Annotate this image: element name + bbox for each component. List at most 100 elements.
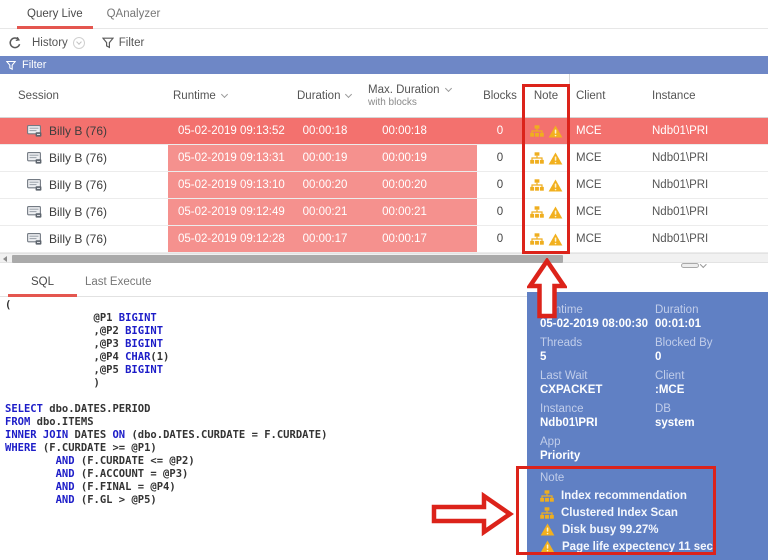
chevron-down-circle-icon[interactable] bbox=[72, 36, 85, 49]
field-label: Duration bbox=[655, 304, 699, 316]
note-item: Clustered Index Scan bbox=[540, 506, 768, 519]
field-value: CXPACKET bbox=[540, 384, 603, 396]
runtime-cell: 05-02-2019 09:13:10 bbox=[168, 172, 290, 198]
tab-last-execute[interactable]: Last Execute bbox=[77, 267, 159, 296]
panel-field: Client :MCE bbox=[655, 370, 768, 397]
field-label: Blocked By bbox=[655, 337, 713, 349]
blocks-cell: 0 bbox=[496, 152, 504, 164]
field-value: :MCE bbox=[655, 384, 685, 396]
session-cell: Billy B (76) bbox=[0, 145, 168, 171]
note-item-text: Page life expectency 11 sec bbox=[562, 540, 713, 553]
max-duration-cell: 00:00:18 bbox=[382, 125, 427, 137]
instance-cell: Ndb01\PRI bbox=[652, 233, 709, 245]
duration-cell: 00:00:21 bbox=[290, 199, 360, 225]
field-value: Ndb01\PRI bbox=[540, 417, 598, 429]
funnel-icon bbox=[101, 37, 114, 48]
runtime-cell: 05-02-2019 09:12:28 bbox=[168, 226, 290, 252]
field-label: Instance bbox=[540, 403, 584, 415]
column-header-runtime[interactable]: Runtime bbox=[168, 74, 290, 117]
note-section-label: Note bbox=[540, 472, 565, 484]
column-subtitle: with blocks bbox=[368, 96, 417, 108]
session-name: Billy B (76) bbox=[49, 178, 108, 192]
runtime-cell: 05-02-2019 09:13:31 bbox=[168, 145, 290, 171]
tab-label: Query Live bbox=[27, 8, 83, 20]
session-cell: Billy B (76) bbox=[0, 226, 168, 252]
note-item: Disk busy 99.27% bbox=[540, 523, 768, 536]
column-header-max-duration[interactable]: Max. Duration with blocks bbox=[360, 74, 477, 117]
panel-field: Runtime 05-02-2019 08:00:30 bbox=[540, 304, 655, 331]
note-cell bbox=[523, 226, 570, 252]
warning-icon bbox=[540, 540, 555, 553]
note-item: Page life expectency 11 sec bbox=[540, 540, 768, 553]
filter-label: Filter bbox=[118, 36, 145, 49]
duration-cell: 00:00:18 bbox=[302, 125, 348, 137]
index-recommendation-icon bbox=[540, 489, 554, 502]
table-row[interactable]: Billy B (76) 05-02-2019 09:13:52 00:00:1… bbox=[0, 118, 768, 145]
scroll-left-arrow-icon[interactable] bbox=[3, 256, 7, 263]
session-cell: Billy B (76) bbox=[0, 118, 168, 144]
filter-bar-label: Filter bbox=[22, 59, 47, 71]
scrollbar-thumb[interactable] bbox=[12, 255, 563, 263]
index-recommendation-icon bbox=[529, 206, 544, 218]
blocks-cell: 0 bbox=[496, 233, 504, 245]
session-name: Billy B (76) bbox=[49, 232, 108, 246]
blocks-cell: 0 bbox=[496, 179, 504, 191]
tab-query-live[interactable]: Query Live bbox=[15, 0, 95, 29]
tab-sql[interactable]: SQL bbox=[8, 267, 77, 297]
table-row[interactable]: Billy B (76) 05-02-2019 09:12:49 00:00:2… bbox=[0, 199, 768, 226]
table-row[interactable]: Billy B (76) 05-02-2019 09:13:10 00:00:2… bbox=[0, 172, 768, 199]
field-value: 05-02-2019 08:00:30 bbox=[540, 318, 649, 330]
column-header-duration[interactable]: Duration bbox=[290, 74, 360, 117]
panel-field: Duration 00:01:01 bbox=[655, 304, 768, 331]
index-recommendation-icon bbox=[540, 506, 554, 519]
field-label: App bbox=[540, 436, 561, 448]
session-icon bbox=[27, 125, 42, 137]
filter-button[interactable]: Filter bbox=[101, 36, 145, 49]
column-header-client[interactable]: Client bbox=[570, 74, 640, 117]
runtime-cell: 05-02-2019 09:13:52 bbox=[178, 125, 285, 137]
note-cell bbox=[523, 172, 570, 198]
tab-label: Last Execute bbox=[85, 275, 152, 288]
column-header-session[interactable]: Session bbox=[0, 74, 168, 117]
column-header-note[interactable]: Note bbox=[523, 74, 570, 117]
client-cell: MCE bbox=[576, 125, 602, 137]
session-cell: Billy B (76) bbox=[0, 199, 168, 225]
table-row[interactable]: Billy B (76) 05-02-2019 09:13:31 00:00:1… bbox=[0, 145, 768, 172]
session-cell: Billy B (76) bbox=[0, 172, 168, 198]
sort-chevron-icon bbox=[444, 84, 452, 92]
session-icon bbox=[27, 206, 42, 218]
index-recommendation-icon bbox=[529, 233, 544, 245]
max-duration-cell: 00:00:21 bbox=[360, 199, 477, 225]
history-button[interactable]: History bbox=[32, 36, 85, 49]
panel-field: Last Wait CXPACKET bbox=[540, 370, 655, 397]
toolbar: History Filter bbox=[0, 29, 768, 56]
filter-bar[interactable]: Filter bbox=[0, 56, 768, 74]
refresh-icon[interactable] bbox=[8, 35, 23, 50]
horizontal-scrollbar[interactable] bbox=[0, 253, 768, 263]
instance-cell: Ndb01\PRI bbox=[652, 152, 709, 164]
field-value: 5 bbox=[540, 351, 547, 363]
duration-cell: 00:00:17 bbox=[290, 226, 360, 252]
warning-icon bbox=[548, 179, 562, 191]
blocks-cell: 0 bbox=[496, 206, 504, 218]
panel-field: Instance Ndb01\PRI bbox=[540, 403, 655, 430]
field-label: Threads bbox=[540, 337, 583, 349]
note-item: Index recommendation bbox=[540, 489, 768, 502]
blocks-cell: 0 bbox=[496, 125, 504, 137]
session-icon bbox=[27, 233, 42, 245]
app-window: Query Live QAnalyzer History Filter Filt… bbox=[0, 0, 768, 560]
max-duration-cell: 00:00:19 bbox=[360, 145, 477, 171]
tab-qanalyzer[interactable]: QAnalyzer bbox=[95, 0, 173, 28]
funnel-icon bbox=[6, 60, 16, 70]
field-label: DB bbox=[655, 403, 671, 415]
table-header: Session Runtime Duration Max. Duration w… bbox=[0, 74, 768, 118]
note-cell bbox=[523, 118, 570, 144]
client-cell: MCE bbox=[576, 179, 602, 191]
column-header-instance[interactable]: Instance bbox=[640, 74, 768, 117]
column-header-blocks[interactable]: Blocks bbox=[477, 74, 523, 117]
warning-icon bbox=[540, 523, 555, 536]
duration-cell: 00:00:20 bbox=[290, 172, 360, 198]
field-label: Client bbox=[655, 370, 685, 382]
warning-icon bbox=[548, 152, 562, 164]
table-row[interactable]: Billy B (76) 05-02-2019 09:12:28 00:00:1… bbox=[0, 226, 768, 253]
